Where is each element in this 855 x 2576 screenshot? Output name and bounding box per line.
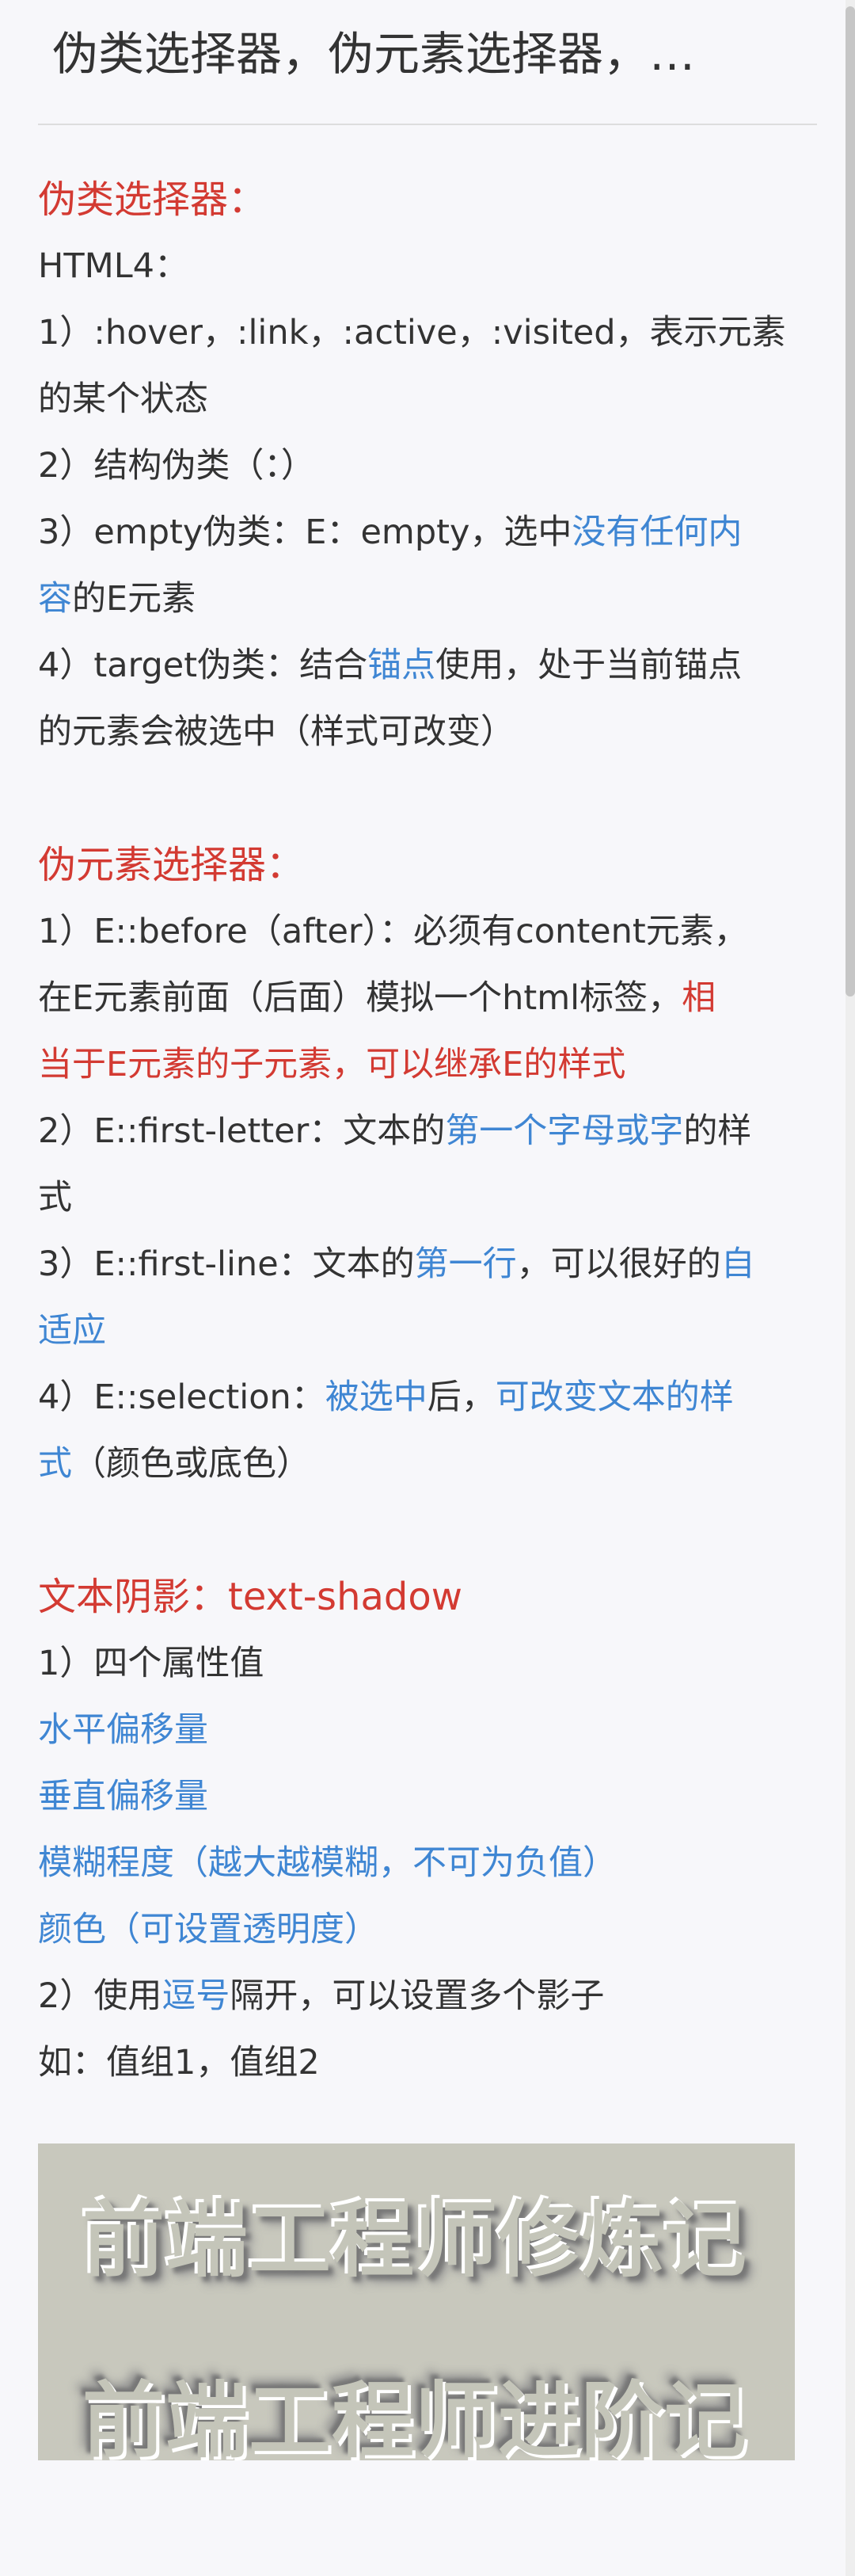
text-shadow-item-2-text-after: 隔开，可以设置多个影子	[230, 1976, 605, 2016]
pseudo-element-item-3-line-1: 3）E::first-line：文本的第一行，可以很好的自	[38, 1231, 814, 1298]
pseudo-class-item-4-text: 4）target伪类：结合	[38, 646, 368, 685]
pseudo-class-item-3-text-end: 的E元素	[72, 579, 196, 619]
text-shadow-value-3: 模糊程度（越大越模糊，不可为负值）	[38, 1843, 617, 1883]
text-shadow-item-2-text: 2）使用	[38, 1976, 162, 2016]
text-shadow-value-4: 颜色（可设置透明度）	[38, 1910, 378, 1949]
pseudo-element-item-1-red-start: 相	[682, 978, 716, 1018]
pseudo-class-item-3-line-2: 容的E元素	[38, 566, 814, 632]
pseudo-element-heading: 伪元素选择器：	[38, 843, 305, 887]
pseudo-element-item-4-text-end: （颜色或底色）	[72, 1444, 310, 1484]
pseudo-class-item-1-line-2: 的某个状态	[38, 379, 208, 419]
text-shadow-item-1: 1）四个属性值	[38, 1644, 264, 1683]
pseudo-element-item-2-highlight: 第一个字母或字	[445, 1111, 684, 1151]
article-page: 伪类选择器，伪元素选择器，… 伪类选择器： HTML4： 1）:hover，:l…	[0, 0, 846, 2576]
pseudo-class-item-2: 2）结构伪类（：）	[38, 446, 315, 486]
pseudo-class-item-4-highlight: 锚点	[367, 646, 436, 685]
pseudo-element-item-4-line-1: 4）E::selection：被选中后，可改变文本的样	[38, 1364, 814, 1431]
text-shadow-example: 如：值组1，值组2	[38, 2043, 320, 2083]
pseudo-class-item-4-text-after: 使用，处于当前锚点	[435, 646, 743, 685]
article-title: 伪类选择器，伪元素选择器，…	[52, 27, 696, 81]
text-shadow-item-2: 2）使用逗号隔开，可以设置多个影子	[38, 1963, 814, 2029]
pseudo-element-item-2-text: 2）E::first-letter：文本的	[38, 1111, 446, 1151]
vertical-scrollbar[interactable]	[846, 0, 855, 2576]
pseudo-element-item-2-line-1: 2）E::first-letter：文本的第一个字母或字的样	[38, 1098, 814, 1164]
text-shadow-value-2: 垂直偏移量	[38, 1777, 208, 1816]
pseudo-class-item-3-text: 3）empty伪类：E：empty，选中	[38, 513, 572, 552]
pseudo-element-item-1-line-1: 1）E::before（after）：必须有content元素，	[38, 912, 748, 951]
pseudo-class-item-3-highlight: 没有任何内	[572, 513, 743, 552]
text-shadow-item-2-highlight: 逗号	[162, 1976, 230, 2016]
pseudo-element-item-3-highlight: 第一行	[414, 1244, 517, 1284]
pseudo-class-heading: 伪类选择器：	[38, 177, 267, 222]
pseudo-element-item-1-text: 在E元素前面（后面）模拟一个html标签，	[38, 978, 682, 1018]
demo-text-1: 前端工程师修炼记	[82, 2191, 748, 2288]
pseudo-element-item-3-line-2: 适应	[38, 1311, 106, 1351]
text-shadow-value-1: 水平偏移量	[38, 1710, 208, 1750]
pseudo-element-item-4-highlight: 被选中	[325, 1378, 428, 1417]
article-content: 伪类选择器： HTML4： 1）:hover，:link，:active，:vi…	[38, 166, 814, 2096]
pseudo-element-item-3-highlight-2: 自	[720, 1244, 755, 1284]
pseudo-element-item-4-highlight-end: 式	[38, 1444, 72, 1484]
pseudo-element-item-4-text-mid: 后，	[427, 1378, 496, 1417]
pseudo-element-item-3-text: 3）E::first-line：文本的	[38, 1244, 415, 1284]
text-shadow-heading: 文本阴影：text-shadow	[38, 1575, 462, 1619]
text-shadow-demo-image: 前端工程师修炼记 前端工程师进阶记	[38, 2143, 795, 2468]
pseudo-element-item-4-text: 4）E::selection：	[38, 1378, 325, 1417]
pseudo-element-item-4-highlight-2: 可改变文本的样	[495, 1378, 734, 1417]
article-header: 伪类选择器，伪元素选择器，…	[38, 0, 817, 125]
pseudo-element-item-2-line-2: 式	[38, 1178, 72, 1218]
pseudo-class-item-3-line-1: 3）empty伪类：E：empty，选中没有任何内	[38, 499, 814, 566]
pseudo-element-item-1-line-3: 当于E元素的子元素，可以继承E的样式	[38, 1045, 626, 1084]
pseudo-class-item-4-line-1: 4）target伪类：结合锚点使用，处于当前锚点	[38, 632, 814, 699]
html4-label: HTML4：	[38, 246, 189, 286]
pseudo-element-item-1-line-2: 在E元素前面（后面）模拟一个html标签，相	[38, 965, 814, 1031]
scrollbar-thumb[interactable]	[846, 6, 855, 996]
pseudo-class-item-3-highlight-end: 容	[38, 579, 72, 619]
pseudo-element-item-3-text-mid: ，可以很好的	[516, 1244, 721, 1284]
pseudo-class-item-4-line-2: 的元素会被选中（样式可改变）	[38, 712, 515, 752]
pseudo-element-item-2-text-after: 的样	[683, 1111, 752, 1151]
pseudo-element-item-4-line-2: 式（颜色或底色）	[38, 1431, 814, 1497]
pseudo-class-item-1-line-1: 1）:hover，:link，:active，:visited，表示元素	[38, 313, 786, 352]
demo-text-2: 前端工程师进阶记	[82, 2372, 748, 2469]
